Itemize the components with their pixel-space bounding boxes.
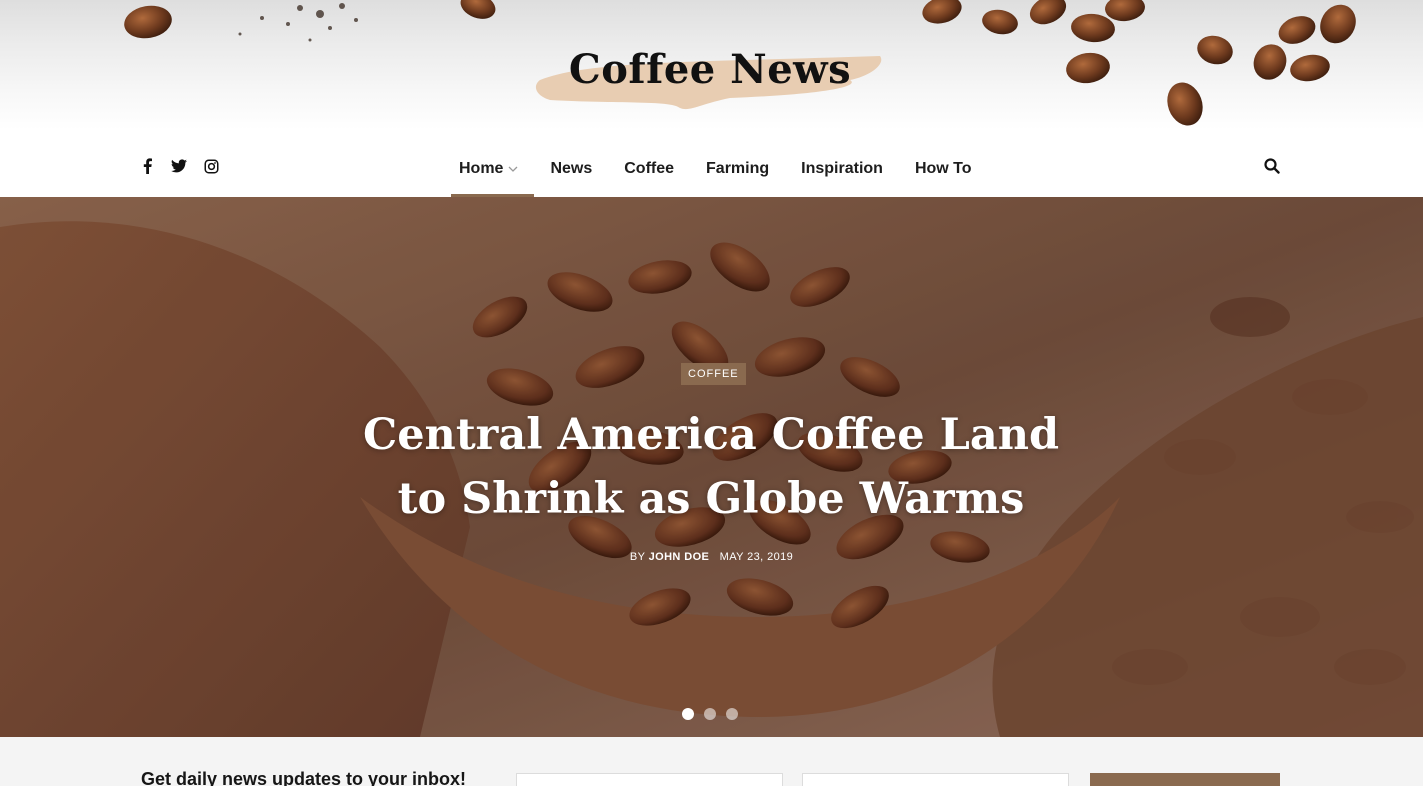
name-field[interactable] [516,773,783,786]
author-link[interactable]: JOHN DOE [649,551,710,563]
main-menu: Home News Coffee Farming Inspiration How… [451,140,988,197]
menu-item-farming[interactable]: Farming [690,140,785,197]
subscribe-button[interactable] [1090,773,1280,786]
newsletter-title: Get daily news updates to your inbox! [141,769,467,786]
site-logo[interactable]: Coffee News [530,42,890,114]
facebook-icon[interactable] [138,157,156,175]
social-links [138,157,220,175]
menu-item-news[interactable]: News [534,140,608,197]
slider-dot-2[interactable] [704,708,716,720]
menu-item-label: News [550,159,593,177]
hero-title[interactable]: Central America Coffee Land to Shrink as… [361,403,1061,531]
chevron-down-icon [508,164,518,174]
hero-content: COFFEE Central America Coffee Land to Sh… [0,197,1423,737]
slider-dot-1[interactable] [682,708,694,720]
newsletter-section: Get daily news updates to your inbox! [0,737,1423,786]
menu-item-inspiration[interactable]: Inspiration [785,140,899,197]
slider-dots [682,708,738,720]
menu-item-home[interactable]: Home [451,140,535,197]
email-field[interactable] [802,773,1069,786]
menu-item-coffee[interactable]: Coffee [608,140,690,197]
menu-item-label: Farming [706,159,770,177]
search-icon[interactable] [1264,158,1282,176]
twitter-icon[interactable] [170,157,188,175]
category-badge[interactable]: COFFEE [681,363,746,385]
slider-dot-3[interactable] [726,708,738,720]
logo-text: Coffee News [568,46,852,93]
hero-slider[interactable]: COFFEE Central America Coffee Land to Sh… [0,197,1423,737]
menu-item-how-to[interactable]: How To [899,140,988,197]
site-header: Coffee News Home News Coffee Farming Ins… [0,0,1423,197]
main-navigation: Home News Coffee Farming Inspiration How… [0,140,1423,197]
post-date: MAY 23, 2019 [719,551,794,563]
menu-item-label: Inspiration [801,159,883,177]
post-meta: BY JOHN DOE MAY 23, 2019 [0,551,1423,563]
by-prefix: BY [629,551,646,563]
instagram-icon[interactable] [202,157,220,175]
menu-item-label: Home [459,159,504,177]
menu-item-label: How To [914,159,972,177]
menu-item-label: Coffee [624,159,675,177]
